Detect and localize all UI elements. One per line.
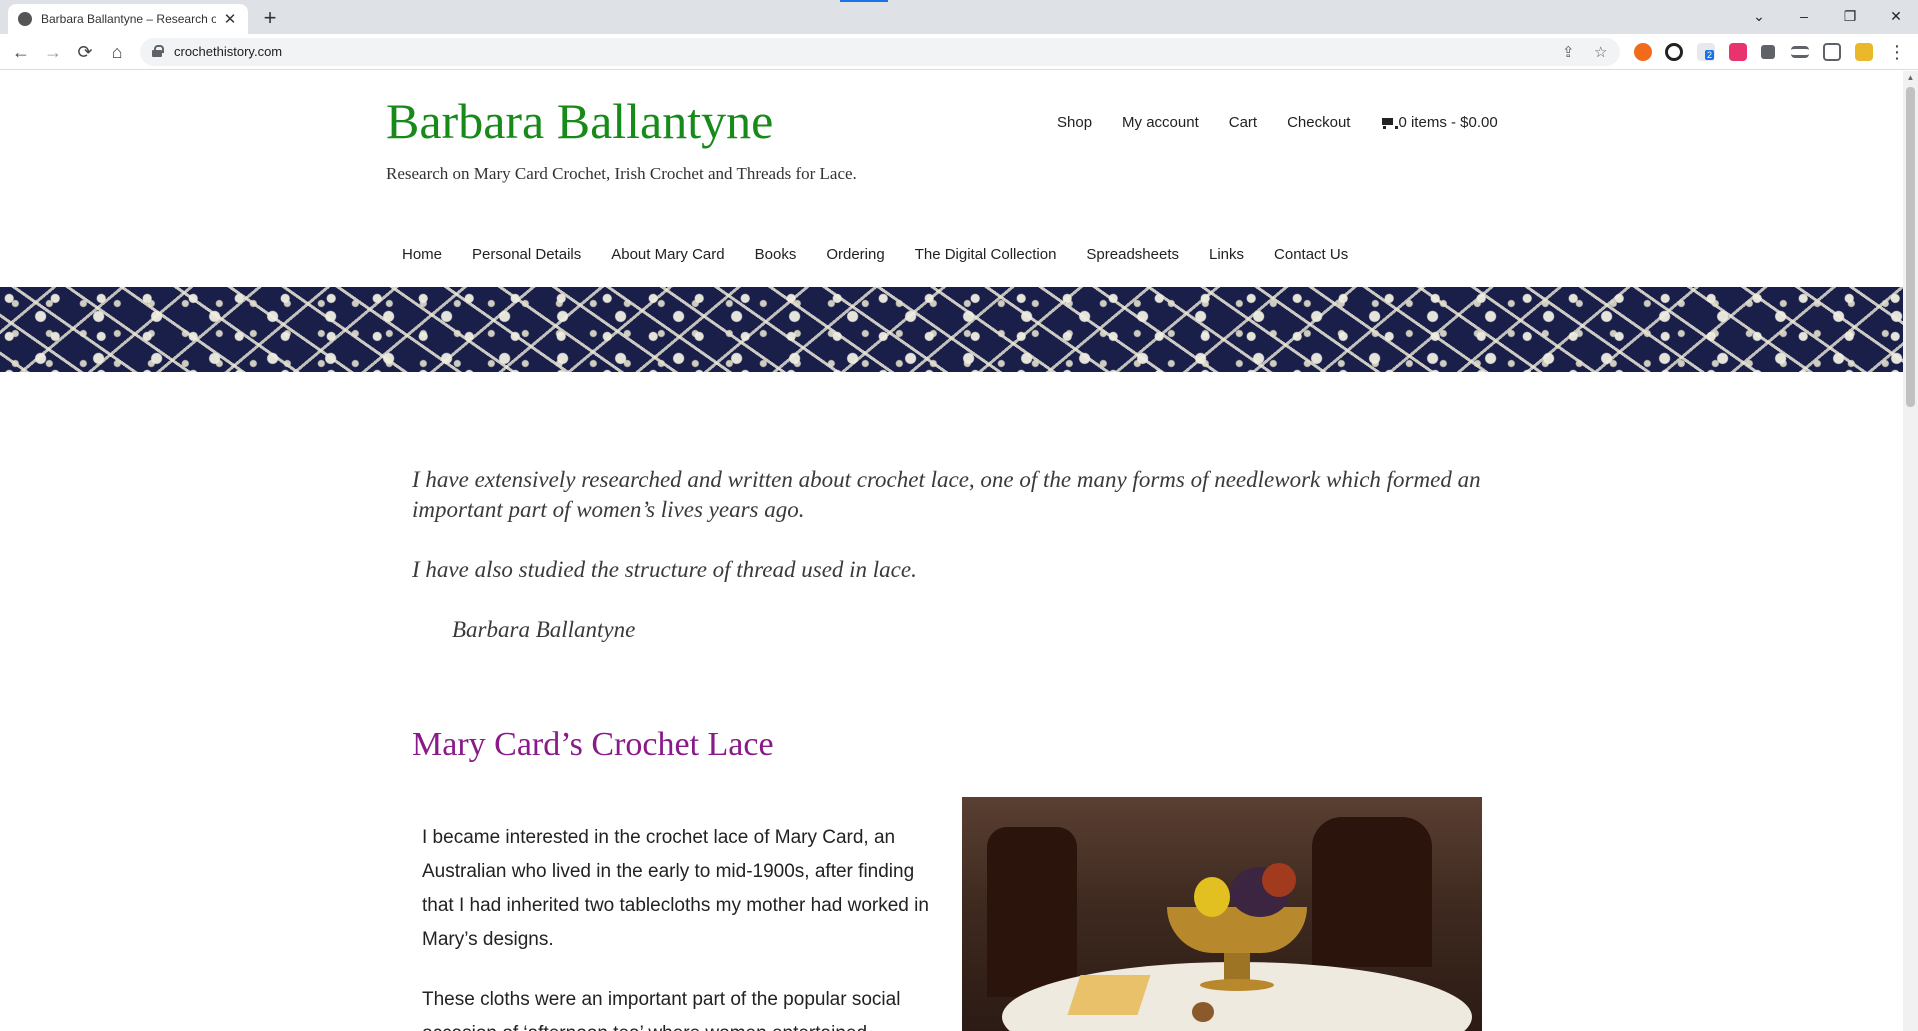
- side-panel-icon[interactable]: [1823, 43, 1841, 61]
- menu-item-contact-us[interactable]: Contact Us: [1274, 246, 1348, 263]
- extension-badge-count: 2: [1705, 50, 1715, 60]
- scroll-up-arrow-icon[interactable]: ▲: [1903, 71, 1918, 85]
- paragraph-1: I became interested in the crochet lace …: [422, 827, 929, 950]
- extension-sync-icon[interactable]: [1665, 43, 1683, 61]
- photo-pear: [1194, 877, 1230, 917]
- tab-search-icon[interactable]: ⌄: [1741, 4, 1777, 28]
- photo-chair-left: [987, 827, 1077, 997]
- nav-shop[interactable]: Shop: [1057, 114, 1092, 131]
- restore-button[interactable]: ❐: [1832, 4, 1868, 28]
- extension-orange-icon[interactable]: [1634, 43, 1652, 61]
- browser-menu-icon[interactable]: ⋮: [1884, 39, 1910, 65]
- main-navigation: Home Personal Details About Mary Card Bo…: [402, 246, 1378, 263]
- address-bar[interactable]: crochethistory.com ⇪ ☆: [140, 38, 1620, 66]
- minimize-button[interactable]: –: [1786, 4, 1822, 28]
- menu-item-books[interactable]: Books: [755, 246, 797, 263]
- browser-tab-bar: Barbara Ballantyne – Research on Mary Ca…: [0, 0, 1918, 34]
- signature: Barbara Ballantyne: [452, 617, 636, 642]
- browser-tab[interactable]: Barbara Ballantyne – Research on Mary Ca…: [8, 4, 248, 34]
- mini-cart-link[interactable]: 0 items - $0.00: [1380, 114, 1498, 131]
- site-favicon-icon: [18, 12, 32, 26]
- nav-checkout[interactable]: Checkout: [1287, 114, 1350, 131]
- photo-walnut: [1192, 1002, 1214, 1022]
- nav-my-account[interactable]: My account: [1122, 114, 1199, 131]
- photo-apple: [1262, 863, 1296, 897]
- intro-quote-1: I have extensively researched and writte…: [412, 467, 1481, 522]
- extension-pdf-icon[interactable]: [1729, 43, 1747, 61]
- photo-bowl-base: [1200, 979, 1274, 991]
- menu-item-personal-details[interactable]: Personal Details: [472, 246, 581, 263]
- top-navigation: Shop My account Cart Checkout 0 items - …: [1057, 114, 1498, 131]
- tab-strip-indicator: [840, 0, 888, 2]
- menu-item-links[interactable]: Links: [1209, 246, 1244, 263]
- extension-badge-icon[interactable]: 2: [1697, 43, 1715, 61]
- site-description: Research on Mary Card Crochet, Irish Cro…: [386, 164, 857, 183]
- menu-item-home[interactable]: Home: [402, 246, 442, 263]
- close-window-button[interactable]: ✕: [1878, 4, 1914, 28]
- tab-title: Barbara Ballantyne – Research on Mary Ca…: [41, 12, 216, 26]
- photo-fruit-bowl: [1167, 907, 1307, 953]
- tab-close-icon[interactable]: ✕: [222, 10, 238, 28]
- photo-cheese: [1067, 975, 1151, 1015]
- site-title[interactable]: Barbara Ballantyne: [386, 92, 773, 150]
- scrollbar-thumb[interactable]: [1906, 87, 1915, 407]
- forward-icon[interactable]: →: [40, 39, 66, 65]
- menu-item-spreadsheets[interactable]: Spreadsheets: [1086, 246, 1179, 263]
- page-scrollbar[interactable]: ▲: [1903, 71, 1918, 1031]
- new-tab-button[interactable]: +: [256, 6, 284, 32]
- profile-avatar[interactable]: [1855, 43, 1873, 61]
- nav-cart[interactable]: Cart: [1229, 114, 1257, 131]
- reading-list-icon[interactable]: [1791, 46, 1809, 58]
- cart-icon: [1380, 117, 1399, 129]
- photo-chair-right: [1312, 817, 1432, 967]
- tablecloth-photo[interactable]: [962, 797, 1482, 1031]
- menu-item-ordering[interactable]: Ordering: [826, 246, 884, 263]
- reload-icon[interactable]: ⟳: [72, 39, 98, 65]
- section-heading: Mary Card’s Crochet Lace: [412, 726, 774, 763]
- cart-summary: 0 items - $0.00: [1398, 114, 1498, 131]
- menu-item-digital-collection[interactable]: The Digital Collection: [915, 246, 1057, 263]
- back-icon[interactable]: ←: [8, 39, 34, 65]
- menu-item-about-mary-card[interactable]: About Mary Card: [611, 246, 724, 263]
- extensions-puzzle-icon[interactable]: [1761, 45, 1775, 59]
- browser-toolbar: ← → ⟳ ⌂ crochethistory.com ⇪ ☆ 2 ⋮: [0, 34, 1918, 70]
- lace-header-banner: [0, 287, 1903, 372]
- bookmark-star-icon[interactable]: ☆: [1594, 43, 1607, 61]
- address-url[interactable]: crochethistory.com: [174, 44, 282, 59]
- intro-quote-2: I have also studied the structure of thr…: [412, 557, 917, 582]
- share-icon[interactable]: ⇪: [1562, 43, 1575, 61]
- home-icon[interactable]: ⌂: [104, 39, 130, 65]
- lock-icon: [152, 45, 164, 57]
- paragraph-2: These cloths were an important part of t…: [422, 989, 901, 1031]
